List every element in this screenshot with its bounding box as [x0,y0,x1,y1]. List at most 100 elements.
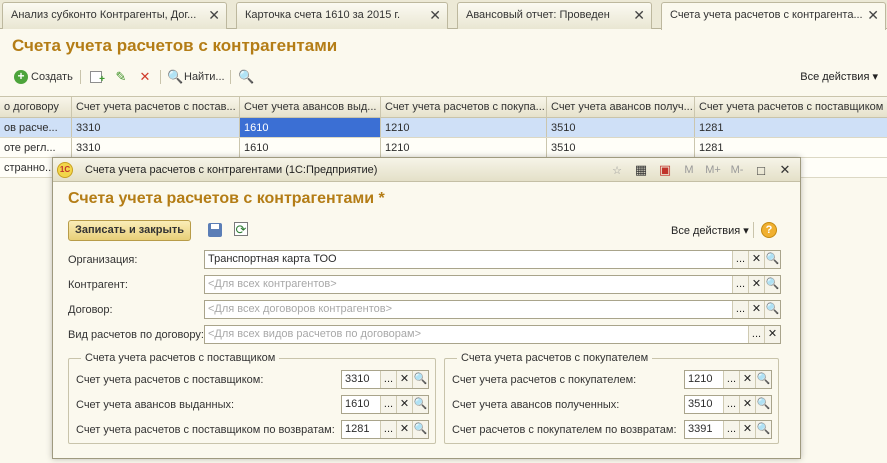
supplier-returns-field[interactable]: 1281 ... ✕ 🔍 [341,420,429,439]
group-title: Счета учета расчетов с поставщиком [81,350,280,366]
close-icon[interactable]: ✕ [429,3,441,28]
save-and-close-button[interactable]: Записать и закрыть [68,220,192,241]
close-icon[interactable]: ✕ [208,3,220,28]
tab-subconto-analysis[interactable]: Анализ субконто Контрагенты, Дог... ✕ [2,2,227,29]
memory-minus-button[interactable]: M- [728,164,746,176]
clear-icon[interactable]: ✕ [739,421,755,438]
create-label: Создать [31,71,73,83]
dialog-caption: Счета учета расчетов с контрагентами (1С… [85,164,378,176]
advances-issued-field[interactable]: 1610 ... ✕ 🔍 [341,395,429,414]
customer-returns-field[interactable]: 3391 ... ✕ 🔍 [684,420,772,439]
table-cell: 1281 [699,122,724,134]
calculator-icon[interactable]: ▦ [632,162,650,178]
clear-icon[interactable]: ✕ [748,251,764,268]
counterparty-label: Контрагент: [68,279,128,291]
table-row[interactable]: ов расче... 3310 1610 1210 3510 1281 [0,118,887,138]
search-icon[interactable]: 🔍 [755,421,771,438]
close-icon[interactable]: ✕ [633,3,645,28]
group-title: Счета учета расчетов с покупателем [457,350,653,366]
tab-label: Счета учета расчетов с контрагента... [670,9,863,21]
star-icon[interactable]: ☆ [608,164,626,177]
save-icon[interactable] [208,223,222,237]
clear-icon[interactable]: ✕ [748,276,764,293]
select-button[interactable]: ... [723,421,739,438]
select-button[interactable]: ... [380,396,396,413]
delete-icon: ✕ [139,69,151,84]
settlement-accounts-dialog: 1С Счета учета расчетов с контрагентами … [52,157,801,459]
settlement-type-field[interactable]: <Для всех видов расчетов по договорам> .… [204,325,781,344]
clear-icon[interactable]: ✕ [748,301,764,318]
all-actions-menu[interactable]: Все действия ▾ [800,66,878,88]
clear-icon[interactable]: ✕ [764,326,780,343]
tab-account-card[interactable]: Карточка счета 1610 за 2015 г. ✕ [236,2,448,29]
titlebar-buttons: ☆ ▦ ▣ M M+ M- □ ✕ [608,161,794,179]
search-icon[interactable]: 🔍 [412,371,428,388]
select-button[interactable]: ... [732,301,748,318]
field-value: 1281 [345,423,370,435]
memory-m-button[interactable]: M [680,164,698,176]
table-cell: ов расче... [0,118,72,137]
field-value: 3391 [688,423,713,435]
tab-label: Авансовый отчет: Проведен [466,9,610,21]
organization-field[interactable]: Транспортная карта ТОО ... ✕ 🔍 [204,250,781,269]
copy-button[interactable] [90,66,105,88]
search-icon[interactable]: 🔍 [755,371,771,388]
select-button[interactable]: ... [723,371,739,388]
table-cell: оте регл... [0,138,72,157]
counterparty-field[interactable]: <Для всех контрагентов> ... ✕ 🔍 [204,275,781,294]
column-header[interactable]: Счет учета расчетов с постав... [72,97,240,117]
find-button[interactable]: 🔍 Найти... [167,66,225,88]
create-button[interactable]: + Создать [14,66,73,88]
contract-field[interactable]: <Для всех договоров контрагентов> ... ✕ … [204,300,781,319]
all-actions-menu[interactable]: Все действия ▾ [671,224,749,237]
select-button[interactable]: ... [723,396,739,413]
field-value: 1610 [345,398,370,410]
column-header[interactable]: Счет учета авансов выд... [240,97,381,117]
select-button[interactable]: ... [380,421,396,438]
help-icon[interactable]: ? [761,222,777,238]
table-row[interactable]: оте регл... 3310 1610 1210 3510 1281 [0,138,887,158]
column-header[interactable]: о договору [0,97,72,117]
copy-icon [90,71,105,87]
edit-button[interactable]: ✎ [114,66,128,88]
clear-icon[interactable]: ✕ [396,421,412,438]
search-icon[interactable]: 🔍 [764,276,780,293]
dialog-title: Счета учета расчетов с контрагентами * [68,190,385,207]
cancel-search-icon: 🔍 [238,69,255,84]
search-icon[interactable]: 🔍 [764,301,780,318]
select-button[interactable]: ... [748,326,764,343]
column-header[interactable]: Счет учета авансов получ... [547,97,695,117]
customer-account-field[interactable]: 1210 ... ✕ 🔍 [684,370,772,389]
column-header[interactable]: Счет учета расчетов с поставщиком п [695,97,887,117]
search-icon[interactable]: 🔍 [412,421,428,438]
clear-icon[interactable]: ✕ [739,371,755,388]
tab-advance-report[interactable]: Авансовый отчет: Проведен ✕ [457,2,652,29]
field-value: 3310 [345,373,370,385]
close-icon[interactable]: ✕ [867,3,879,28]
tab-label: Анализ субконто Контрагенты, Дог... [11,9,197,21]
select-button[interactable]: ... [732,251,748,268]
search-icon[interactable]: 🔍 [412,396,428,413]
cancel-search-button[interactable]: 🔍 [238,66,255,88]
close-icon[interactable]: ✕ [776,162,794,178]
clear-icon[interactable]: ✕ [396,371,412,388]
memory-plus-button[interactable]: M+ [704,164,722,176]
tab-settlement-accounts[interactable]: Счета учета расчетов с контрагента... ✕ [661,2,886,30]
column-header[interactable]: Счет учета расчетов с покупа... [381,97,547,117]
refresh-icon[interactable]: ⟳ [234,222,248,237]
delete-button[interactable]: ✕ [138,66,152,88]
clear-icon[interactable]: ✕ [396,396,412,413]
restore-icon[interactable]: □ [752,163,770,178]
select-button[interactable]: ... [380,371,396,388]
clear-icon[interactable]: ✕ [739,396,755,413]
advances-received-field[interactable]: 3510 ... ✕ 🔍 [684,395,772,414]
dialog-titlebar[interactable]: 1С Счета учета расчетов с контрагентами … [53,158,800,182]
calendar-icon[interactable]: ▣ [656,162,674,178]
contract-label: Договор: [68,304,113,316]
table-cell: 3510 [547,118,695,137]
search-icon[interactable]: 🔍 [764,251,780,268]
organization-value: Транспортная карта ТОО [208,253,337,265]
supplier-account-field[interactable]: 3310 ... ✕ 🔍 [341,370,429,389]
select-button[interactable]: ... [732,276,748,293]
search-icon[interactable]: 🔍 [755,396,771,413]
